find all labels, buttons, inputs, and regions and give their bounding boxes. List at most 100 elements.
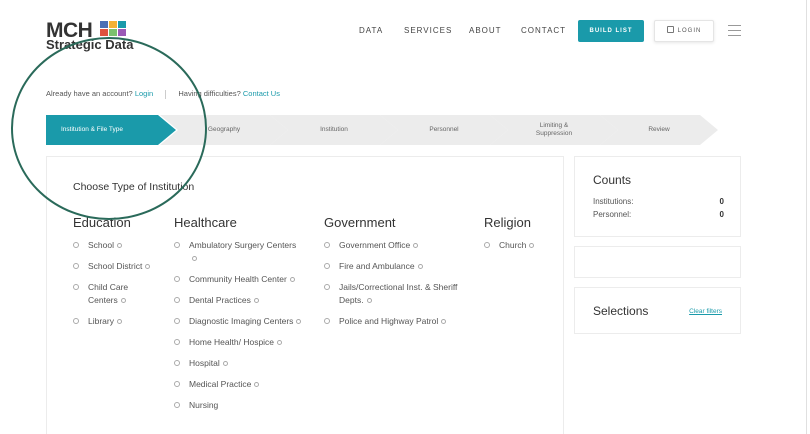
- option-label: Dental Practices: [189, 295, 251, 305]
- brand-logo[interactable]: MCH Strategic Data: [46, 19, 136, 55]
- info-icon[interactable]: [417, 264, 423, 270]
- column-heading: Religion: [484, 215, 531, 230]
- contact-us-link[interactable]: Contact Us: [243, 89, 280, 98]
- info-icon[interactable]: [120, 298, 126, 304]
- radio-icon[interactable]: [174, 381, 180, 387]
- column-government: Government Government Office Fire and Am…: [324, 215, 469, 336]
- radio-icon[interactable]: [174, 297, 180, 303]
- radio-icon[interactable]: [324, 263, 330, 269]
- option-child-care-centers[interactable]: Child Care Centers: [73, 281, 153, 307]
- radio-icon[interactable]: [324, 242, 330, 248]
- option-police-highway-patrol[interactable]: Police and Highway Patrol: [324, 315, 469, 328]
- option-jails-correctional[interactable]: Jails/Correctional Inst. & Sheriff Depts…: [324, 281, 469, 307]
- info-icon[interactable]: [277, 340, 283, 346]
- column-heading: Government: [324, 215, 396, 230]
- option-label: Government Office: [339, 240, 411, 250]
- account-prompt: Already have an account?: [46, 89, 133, 98]
- radio-icon[interactable]: [73, 318, 79, 324]
- step-personnel[interactable]: Personnel: [380, 115, 508, 145]
- empty-side-panel: [574, 246, 741, 278]
- personnel-value: 0: [719, 210, 724, 219]
- login-link[interactable]: Login: [135, 89, 153, 98]
- option-library[interactable]: Library: [73, 315, 153, 328]
- logo-subtitle: Strategic Data: [46, 37, 134, 52]
- radio-icon[interactable]: [324, 318, 330, 324]
- counts-panel: Counts Institutions: 0 Personnel: 0: [574, 156, 741, 237]
- counts-title: Counts: [593, 173, 632, 187]
- step-review[interactable]: Review: [600, 115, 718, 145]
- radio-icon[interactable]: [174, 360, 180, 366]
- institutions-count-row: Institutions: 0: [593, 197, 724, 206]
- info-icon[interactable]: [413, 243, 419, 249]
- option-medical-practice[interactable]: Medical Practice: [174, 378, 304, 391]
- step-limiting-suppression[interactable]: Limiting & Suppression: [490, 115, 618, 145]
- info-icon[interactable]: [441, 319, 447, 325]
- info-icon[interactable]: [366, 298, 372, 304]
- nav-services[interactable]: SERVICES: [404, 26, 452, 35]
- info-icon[interactable]: [296, 319, 302, 325]
- column-heading: Healthcare: [174, 215, 237, 230]
- panel-title: Choose Type of Institution: [73, 181, 195, 193]
- info-icon[interactable]: [116, 319, 122, 325]
- option-nursing[interactable]: Nursing: [174, 399, 304, 412]
- selections-title: Selections: [593, 304, 649, 318]
- radio-icon[interactable]: [174, 402, 180, 408]
- radio-icon[interactable]: [174, 339, 180, 345]
- option-church[interactable]: Church: [484, 239, 559, 252]
- option-label: Ambulatory Surgery Centers: [189, 240, 297, 250]
- nav-data[interactable]: DATA: [359, 26, 383, 35]
- option-dental-practices[interactable]: Dental Practices: [174, 294, 304, 307]
- radio-icon[interactable]: [174, 276, 180, 282]
- login-button[interactable]: LOGIN: [654, 20, 714, 42]
- selections-panel: Selections Clear filters: [574, 287, 741, 334]
- option-hospital[interactable]: Hospital: [174, 357, 304, 370]
- option-school-district[interactable]: School District: [73, 260, 153, 273]
- step-geography[interactable]: Geography: [160, 115, 288, 145]
- radio-icon[interactable]: [73, 263, 79, 269]
- build-list-button[interactable]: BUILD LIST: [578, 20, 644, 42]
- nav-about[interactable]: ABOUT: [469, 26, 502, 35]
- menu-icon[interactable]: [728, 25, 741, 36]
- step-institution[interactable]: Institution: [270, 115, 398, 145]
- option-home-health-hospice[interactable]: Home Health/ Hospice: [174, 336, 304, 349]
- option-fire-and-ambulance[interactable]: Fire and Ambulance: [324, 260, 469, 273]
- option-community-health-center[interactable]: Community Health Center: [174, 273, 304, 286]
- option-label: Jails/Correctional Inst. & Sheriff Depts…: [339, 282, 458, 305]
- info-icon[interactable]: [529, 243, 535, 249]
- option-label: Fire and Ambulance: [339, 261, 415, 271]
- radio-icon[interactable]: [174, 318, 180, 324]
- info-icon[interactable]: [254, 382, 260, 388]
- option-school[interactable]: School: [73, 239, 153, 252]
- personnel-label: Personnel:: [593, 210, 632, 219]
- radio-icon[interactable]: [73, 242, 79, 248]
- info-icon[interactable]: [145, 264, 151, 270]
- radio-icon[interactable]: [73, 284, 79, 290]
- step-institution-file-type[interactable]: Institution & File Type: [46, 115, 176, 145]
- info-icon[interactable]: [289, 277, 295, 283]
- step-label: Personnel: [429, 126, 459, 134]
- radio-icon[interactable]: [174, 242, 180, 248]
- difficulty-prompt: Having difficulties?: [178, 89, 241, 98]
- option-label: Library: [88, 316, 114, 326]
- clear-filters-link[interactable]: Clear filters: [689, 308, 722, 315]
- option-ambulatory-surgery-centers[interactable]: Ambulatory Surgery Centers: [174, 239, 304, 265]
- institution-type-panel: Choose Type of Institution Education Sch…: [46, 156, 564, 434]
- option-government-office[interactable]: Government Office: [324, 239, 469, 252]
- radio-icon[interactable]: [484, 242, 490, 248]
- info-icon[interactable]: [222, 361, 228, 367]
- login-label: LOGIN: [677, 28, 702, 34]
- lock-icon: [666, 25, 674, 33]
- step-label: Geography: [207, 126, 241, 134]
- info-icon[interactable]: [192, 256, 197, 262]
- info-icon[interactable]: [253, 298, 259, 304]
- radio-icon[interactable]: [324, 284, 330, 290]
- personnel-count-row: Personnel: 0: [593, 210, 724, 219]
- column-religion: Religion Church: [484, 215, 559, 260]
- option-label: School District: [88, 261, 143, 271]
- option-label: Nursing: [189, 400, 219, 410]
- option-diagnostic-imaging-centers[interactable]: Diagnostic Imaging Centers: [174, 315, 304, 328]
- column-heading: Education: [73, 215, 131, 230]
- info-icon[interactable]: [117, 243, 122, 249]
- logo-squares-icon: [100, 21, 128, 37]
- nav-contact[interactable]: CONTACT: [521, 26, 566, 35]
